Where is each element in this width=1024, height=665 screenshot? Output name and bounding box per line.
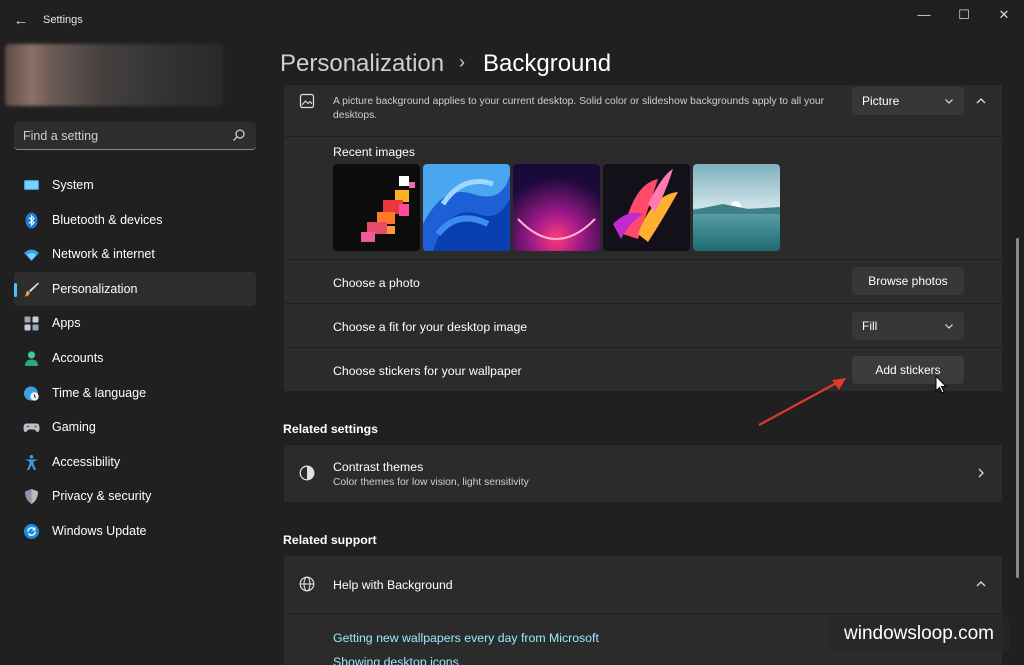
recent-image-3-art: [513, 164, 600, 251]
recent-images-label: Recent images: [333, 145, 416, 159]
recent-image-5-art: [693, 164, 780, 251]
chevron-up-icon[interactable]: [975, 578, 987, 590]
sidebar-item-gaming[interactable]: Gaming: [14, 410, 256, 445]
divider: [284, 259, 1002, 260]
globe-clock-icon: [24, 386, 39, 401]
contrast-themes-subtitle: Color themes for low vision, light sensi…: [333, 477, 529, 488]
background-type-value: Picture: [862, 94, 900, 108]
chevron-down-icon: [945, 99, 953, 104]
app-title: Settings: [43, 14, 83, 26]
help-background-title: Help with Background: [333, 578, 453, 592]
sidebar-item-system[interactable]: System: [14, 168, 256, 203]
page-title: Background: [483, 50, 612, 77]
contrast-themes-title: Contrast themes: [333, 460, 424, 474]
sidebar-item-label: Gaming: [52, 420, 96, 435]
user-profile-avatar[interactable]: [5, 44, 223, 106]
recent-image-2[interactable]: [423, 164, 510, 251]
background-type-dropdown[interactable]: Picture: [852, 87, 964, 115]
fit-dropdown[interactable]: Fill: [852, 312, 964, 340]
fit-label: Choose a fit for your desktop image: [333, 320, 528, 334]
background-description: A picture background applies to your cur…: [333, 96, 825, 121]
sidebar-item-network[interactable]: Network & internet: [14, 237, 256, 272]
sidebar-item-personalization[interactable]: Personalization: [14, 271, 256, 307]
sidebar-item-windows-update[interactable]: Windows Update: [14, 514, 256, 549]
sidebar-item-label: Time & language: [52, 385, 147, 400]
recent-image-4-art: [603, 164, 690, 251]
sidebar-item-accounts[interactable]: Accounts: [14, 341, 256, 376]
accessibility-icon: [25, 454, 38, 470]
help-link[interactable]: Getting new wallpapers every day from Mi…: [333, 631, 599, 645]
related-settings-heading: Related settings: [283, 422, 378, 436]
back-button[interactable]: ←: [10, 10, 32, 32]
help-link[interactable]: Showing desktop icons: [333, 655, 459, 665]
sidebar-item-label: Apps: [52, 316, 81, 331]
gamepad-icon: [23, 423, 40, 433]
person-icon: [25, 351, 38, 366]
sidebar-item-label: Personalization: [52, 281, 138, 296]
picture-icon: [299, 93, 315, 109]
recent-image-5[interactable]: [693, 164, 780, 251]
chevron-up-icon[interactable]: [975, 95, 987, 107]
divider: [284, 136, 1002, 137]
watermark: windowsloop.com: [829, 617, 1009, 651]
divider: [284, 303, 1002, 304]
breadcrumb-parent[interactable]: Personalization: [280, 50, 444, 78]
globe-icon: [299, 576, 315, 592]
breadcrumb-separator: ›: [459, 52, 465, 72]
mouse-cursor-icon: [935, 375, 948, 394]
sidebar-item-label: System: [52, 178, 94, 192]
sidebar-item-label: Bluetooth & devices: [52, 212, 163, 227]
title-bar: ← Settings — ☐ ✕: [0, 0, 1024, 40]
sidebar-item-label: Privacy & security: [52, 489, 152, 504]
sidebar-item-label: Accessibility: [52, 454, 121, 469]
sidebar-item-label: Accounts: [52, 350, 104, 365]
sidebar-item-bluetooth[interactable]: Bluetooth & devices: [14, 203, 256, 238]
choose-photo-label: Choose a photo: [333, 276, 420, 290]
recent-image-4[interactable]: [603, 164, 690, 251]
search-placeholder: Find a setting: [23, 129, 99, 143]
minimize-button[interactable]: —: [904, 4, 944, 26]
close-button[interactable]: ✕: [984, 4, 1024, 26]
apps-grid-icon: [24, 316, 39, 331]
sidebar-item-label: Network & internet: [52, 247, 155, 262]
search-icon[interactable]: [232, 128, 246, 142]
recent-image-2-art: [423, 164, 510, 251]
recent-image-3[interactable]: [513, 164, 600, 251]
search-input[interactable]: Find a setting: [14, 122, 256, 150]
annotation-arrow: [758, 378, 846, 426]
chevron-down-icon: [945, 324, 953, 329]
sidebar-item-apps[interactable]: Apps: [14, 306, 256, 341]
shield-icon: [25, 489, 38, 505]
maximize-button[interactable]: ☐: [944, 4, 984, 26]
update-icon: [24, 523, 39, 539]
sidebar-item-accessibility[interactable]: Accessibility: [14, 445, 256, 480]
sidebar-item-privacy[interactable]: Privacy & security: [14, 479, 256, 514]
sidebar-item-label: Windows Update: [52, 523, 147, 538]
wifi-icon: [24, 249, 39, 262]
recent-image-1[interactable]: [333, 164, 420, 251]
scrollbar-thumb[interactable]: [1016, 238, 1019, 578]
recent-image-1-art: [333, 164, 420, 251]
sidebar-item-time-language[interactable]: Time & language: [14, 376, 256, 411]
sidebar-nav: System Bluetooth & devices Network & int…: [14, 168, 256, 549]
divider: [284, 347, 1002, 348]
system-display-icon: [24, 180, 39, 190]
chevron-right-icon: [978, 468, 984, 478]
stickers-label: Choose stickers for your wallpaper: [333, 364, 522, 378]
related-support-heading: Related support: [283, 533, 377, 547]
bluetooth-icon: [25, 212, 38, 229]
browse-photos-button[interactable]: Browse photos: [852, 267, 964, 295]
contrast-icon: [299, 465, 315, 481]
paintbrush-icon: [24, 282, 39, 297]
fit-value: Fill: [862, 319, 878, 333]
